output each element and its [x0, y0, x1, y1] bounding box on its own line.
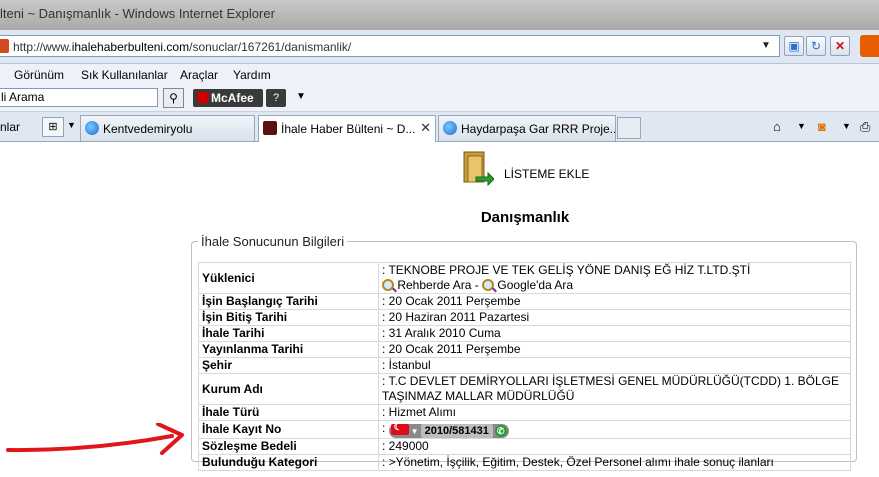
tender-result-panel: İhale Sonucunun Bilgileri Yüklenici : TE… [191, 234, 857, 471]
feed-dropdown-icon[interactable]: ▼ [842, 121, 851, 131]
menu-help[interactable]: Yardım [233, 68, 271, 82]
search-provider-icon[interactable] [860, 35, 879, 57]
contractor-links: Rehberde Ara - Google'da Ara [382, 278, 847, 293]
row-value: : TEKNOBE PROJE VE TEK GELİŞ YÖNE DANIŞ … [378, 262, 851, 294]
chevron-down-icon[interactable]: ▼ [411, 425, 419, 439]
window-title-bar: lteni ~ Danışmanlık - Windows Internet E… [0, 0, 879, 30]
tab-list-dropdown-icon[interactable]: ▼ [67, 120, 76, 130]
menu-tools[interactable]: Araçlar [180, 68, 218, 82]
url-field[interactable]: http://www.ihalehaberbulteni.com/sonucla… [0, 35, 780, 57]
quick-tabs-icon[interactable]: ⊞ [42, 117, 64, 137]
page-title: Danışmanlık [480, 209, 570, 226]
address-dropdown-icon[interactable]: ▼ [761, 40, 771, 51]
toolbar-search-input[interactable] [0, 89, 149, 105]
table-row: Yayınlanma Tarihi: 20 Ocak 2011 Perşembe [198, 341, 851, 358]
row-label: İhale Kayıt No [198, 420, 379, 439]
table-row: Sözleşme Bedeli: 249000 [198, 438, 851, 455]
contractor-name: : TEKNOBE PROJE VE TEK GELİŞ YÖNE DANIŞ … [382, 263, 751, 277]
mcafee-button[interactable]: McAfee [193, 89, 263, 107]
mcafee-shield-icon [197, 92, 209, 104]
table-row: İşin Başlangıç Tarihi: 20 Ocak 2011 Perş… [198, 293, 851, 310]
row-value: : 31 Aralık 2010 Cuma [378, 325, 851, 342]
row-value: : 249000 [378, 438, 851, 455]
magnifier-icon [482, 279, 495, 291]
row-value: : 20 Ocak 2011 Perşembe [378, 341, 851, 358]
row-label: Şehir [198, 357, 379, 374]
compatibility-view-button[interactable]: ▣ [784, 36, 804, 56]
folder-add-icon [463, 151, 494, 187]
print-icon[interactable]: ⎙ [860, 119, 870, 135]
ie-page-icon [443, 121, 457, 135]
tab-bar: nlar ⊞ ▼ Kentvedemiryolu İhale Haber Bül… [0, 112, 879, 142]
annotation-arrow-icon [6, 423, 184, 455]
panel-legend: İhale Sonucunun Bilgileri [201, 234, 345, 249]
favorites-bar-label[interactable]: nlar [0, 120, 20, 134]
new-tab-button[interactable] [617, 117, 641, 139]
row-label: İşin Bitiş Tarihi [198, 309, 379, 326]
row-value: : İstanbul [378, 357, 851, 374]
row-label: Yayınlanma Tarihi [198, 341, 379, 358]
refresh-button[interactable]: ↻ [806, 36, 826, 56]
address-bar: http://www.ihalehaberbulteni.com/sonucla… [0, 30, 879, 64]
phone-icon[interactable]: ✆ [494, 425, 507, 437]
table-row: Şehir: İstanbul [198, 357, 851, 374]
registration-number-widget[interactable]: ▼2010/581431✆ [388, 421, 509, 439]
table-row: İhale Türü: Hizmet Alımı [198, 404, 851, 421]
row-label: Bulunduğu Kategori [198, 454, 379, 471]
row-value: : T.C DEVLET DEMİRYOLLARI İŞLETMESİ GENE… [378, 373, 851, 405]
row-value[interactable]: : >Yönetim, İşçilik, Eğitim, Destek, Öze… [378, 454, 851, 471]
tab-haydarpasa-gar[interactable]: Haydarpaşa Gar RRR Proje... [438, 115, 616, 141]
row-value: : 20 Haziran 2011 Pazartesi [378, 309, 851, 326]
table-row: Bulunduğu Kategori: >Yönetim, İşçilik, E… [198, 454, 851, 471]
add-to-list-label: LİSTEME EKLE [504, 167, 590, 181]
ie-page-icon [85, 121, 99, 135]
rss-feed-icon[interactable]: ◙ [818, 119, 826, 134]
row-value: : Hizmet Alımı [378, 404, 851, 421]
table-row: Kurum Adı: T.C DEVLET DEMİRYOLLARI İŞLET… [198, 373, 851, 405]
registration-number: 2010/581431 [420, 424, 493, 438]
row-label: Kurum Adı [198, 373, 379, 405]
toolbar-search-box[interactable] [0, 88, 158, 107]
page-content: LİSTEME EKLE Danışmanlık İhale Sonucunun… [0, 142, 879, 477]
add-to-list-button[interactable]: LİSTEME EKLE [462, 150, 602, 190]
turkey-flag-icon [390, 421, 409, 435]
close-tab-icon[interactable]: ✕ [420, 120, 431, 136]
menu-gorunum[interactable]: Görünüm [14, 68, 64, 82]
row-label: İhale Türü [198, 404, 379, 421]
tab-kentvedemiryolu[interactable]: Kentvedemiryolu [80, 115, 255, 141]
row-label: Yüklenici [198, 262, 379, 294]
toolbar: ⚲ McAfee ? ▼ [0, 86, 879, 112]
table-row: İhale Tarihi: 31 Aralık 2010 Cuma [198, 325, 851, 342]
home-icon[interactable]: ⌂ [773, 119, 781, 134]
tab-ihale-haber-bulteni[interactable]: İhale Haber Bülteni ~ D... ✕ [258, 115, 436, 142]
row-value: : 20 Ocak 2011 Perşembe [378, 293, 851, 310]
search-icon[interactable]: ⚲ [163, 88, 184, 108]
stop-button[interactable]: ✕ [830, 36, 850, 56]
ihale-site-icon [263, 121, 277, 135]
url-text: http://www.ihalehaberbulteni.com/sonucla… [13, 40, 352, 54]
menu-favorites[interactable]: Sık Kullanılanlar [81, 68, 168, 82]
row-label: İhale Tarihi [198, 325, 379, 342]
row-label: İşin Başlangıç Tarihi [198, 293, 379, 310]
table-row: İhale Kayıt No : ▼2010/581431✆ [198, 420, 851, 439]
table-row: İşin Bitiş Tarihi: 20 Haziran 2011 Pazar… [198, 309, 851, 326]
home-dropdown-icon[interactable]: ▼ [797, 121, 806, 131]
window-title: lteni ~ Danışmanlık - Windows Internet E… [0, 6, 275, 21]
row-value: : ▼2010/581431✆ [378, 420, 851, 439]
site-favicon-icon [0, 39, 9, 53]
table-row: Yüklenici : TEKNOBE PROJE VE TEK GELİŞ Y… [198, 262, 851, 294]
row-label: Sözleşme Bedeli [198, 438, 379, 455]
magnifier-icon [382, 279, 394, 291]
chevron-down-icon[interactable]: ▼ [296, 91, 306, 102]
tender-info-table: Yüklenici : TEKNOBE PROJE VE TEK GELİŞ Y… [198, 262, 851, 471]
mcafee-help-button[interactable]: ? [266, 89, 286, 107]
search-directory-link[interactable]: Rehberde Ara [397, 278, 471, 292]
search-google-link[interactable]: Google'da Ara [497, 278, 573, 292]
menu-bar: Görünüm Sık Kullanılanlar Araçlar Yardım [0, 64, 879, 86]
